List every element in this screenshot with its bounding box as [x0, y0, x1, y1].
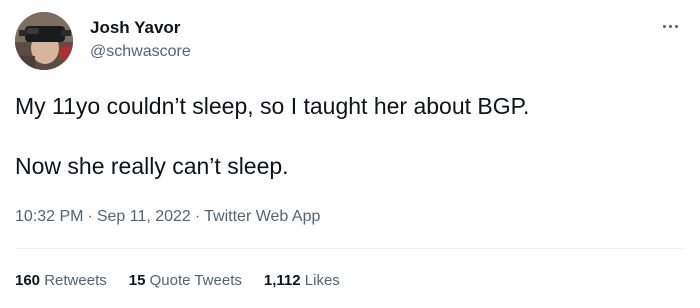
quote-tweets-stat[interactable]: 15 Quote Tweets: [129, 271, 242, 291]
meta-separator: ·: [194, 208, 201, 225]
author-name[interactable]: Josh Yavor: [90, 18, 180, 38]
author-handle[interactable]: @schwascore: [90, 42, 191, 62]
divider: [15, 248, 685, 249]
tweet-text-line-1: My 11yo couldn’t sleep, so I taught her …: [15, 93, 530, 119]
likes-stat[interactable]: 1,112 Likes: [264, 271, 340, 291]
retweets-stat[interactable]: 160 Retweets: [15, 271, 107, 291]
more-dot: [674, 24, 678, 28]
more-horizontal-icon[interactable]: [658, 18, 682, 34]
tweet-time[interactable]: 10:32 PM: [15, 208, 83, 225]
avatar-photo-icon: [15, 12, 73, 70]
likes-label: Likes: [304, 272, 340, 289]
quote-tweets-count: 15: [128, 272, 146, 289]
tweet-source[interactable]: Twitter Web App: [204, 208, 320, 225]
tweet-text: My 11yo couldn’t sleep, so I taught her …: [15, 91, 685, 181]
likes-count: 1,112: [263, 272, 301, 289]
meta-separator: ·: [87, 208, 93, 225]
tweet-meta: 10:32 PM · Sep 11, 2022 · Twitter Web App: [15, 207, 320, 227]
more-dot: [662, 24, 666, 28]
tweet-stats: 160 Retweets 15 Quote Tweets 1,112 Likes: [15, 271, 340, 291]
tweet-text-line-2: Now she really can’t sleep.: [15, 153, 289, 179]
tweet-date[interactable]: Sep 11, 2022: [97, 208, 191, 225]
retweets-count: 160: [15, 272, 41, 289]
quote-tweets-label: Quote Tweets: [149, 272, 242, 289]
avatar[interactable]: [15, 12, 73, 70]
more-dot: [668, 24, 672, 28]
retweets-label: Retweets: [44, 272, 107, 289]
